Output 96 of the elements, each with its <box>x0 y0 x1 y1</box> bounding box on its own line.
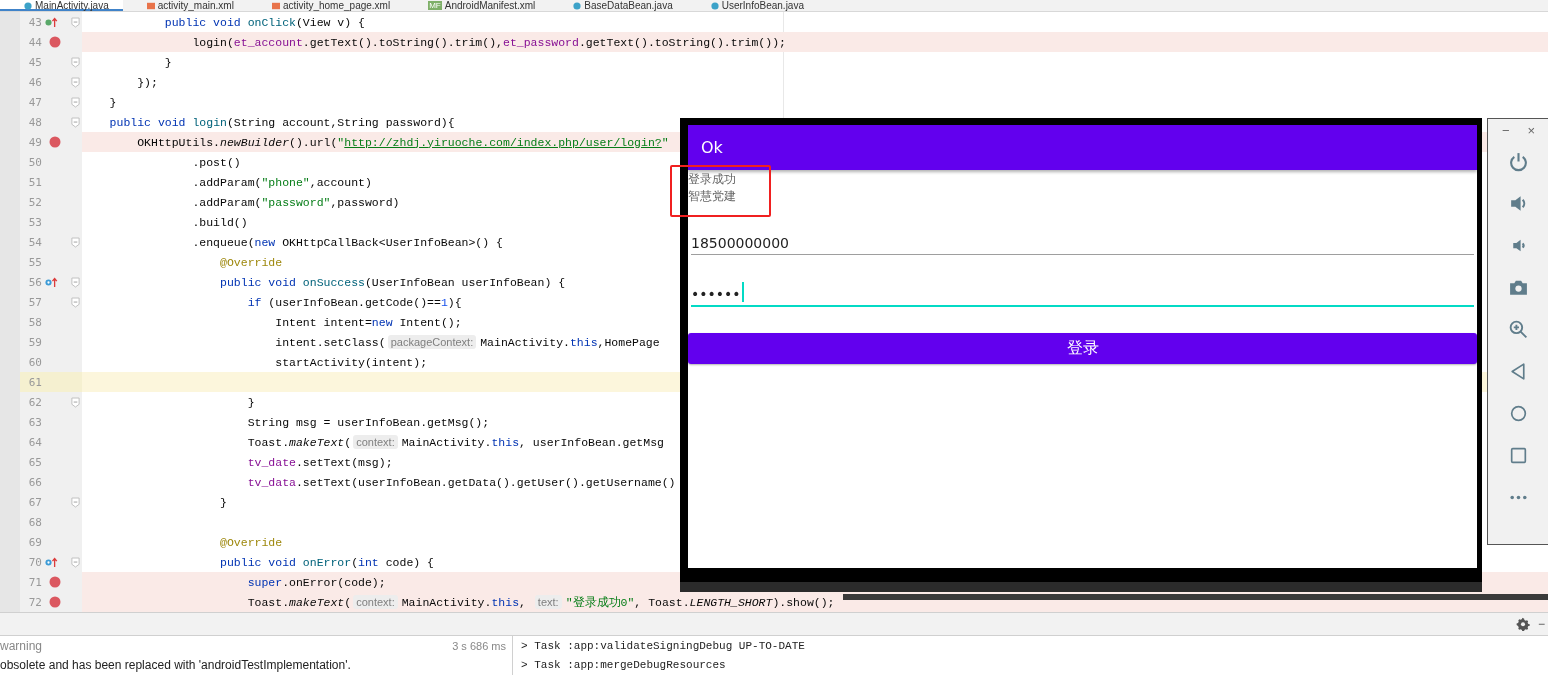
line-number: 49 <box>27 135 42 149</box>
code-line: @Override <box>219 255 283 269</box>
line-number: 61 <box>27 375 42 389</box>
editor-tab[interactable]: activity_home_page.xml <box>247 0 405 11</box>
line-number: 60 <box>27 355 42 369</box>
line-number: 53 <box>27 215 42 229</box>
line-number: 59 <box>27 335 42 349</box>
editor-tab[interactable]: UserInfoBean.java <box>686 0 818 11</box>
line-number: 68 <box>27 515 42 529</box>
class-icon <box>24 1 32 10</box>
code-line: String msg = userInfoBean.getMsg(); <box>246 415 490 429</box>
editor-tab[interactable]: MF AndroidManifest.xml <box>404 0 550 11</box>
line-number: 72 <box>27 595 42 609</box>
line-number: 62 <box>27 395 42 409</box>
manifest-icon: MF <box>428 1 442 10</box>
build-message[interactable]: obsolete and has been replaced with 'androidTestImplementation'. <box>0 657 351 672</box>
code-line: } <box>163 55 172 69</box>
code-line: tv_date.setText(msg); <box>246 455 393 469</box>
code-line: .build() <box>191 215 248 229</box>
code-line: } <box>246 395 255 409</box>
xml-file-icon <box>271 1 280 10</box>
minimize-button[interactable]: − <box>1502 123 1510 138</box>
zoom-in-icon[interactable] <box>1508 319 1529 340</box>
code-line: } <box>219 495 227 509</box>
line-number: 64 <box>27 435 42 449</box>
log-line: > Task :app:validateSigningDebug UP-TO-DATE <box>521 638 805 654</box>
line-number: 67 <box>27 495 42 509</box>
line-number: 47 <box>27 95 42 109</box>
line-number: 55 <box>27 255 42 269</box>
class-icon <box>573 1 582 10</box>
line-number: 70 <box>27 555 42 569</box>
input-field[interactable]: •••••• <box>691 279 1474 307</box>
close-button[interactable]: × <box>1527 123 1536 138</box>
class-icon <box>710 1 719 10</box>
code-line: if (userInfoBean.getCode()==1){ <box>246 295 462 309</box>
code-line: public void onSuccess(UserInfoBean userInfoBean) { <box>219 275 566 289</box>
line-number: 66 <box>27 475 42 489</box>
line-number: 44 <box>27 35 42 49</box>
code-line: Toast.makeText( context: MainActivity.this, userInfoBean.getMsg <box>246 435 664 449</box>
code-line: intent.setClass( packageContext: MainActivity.this,HomePage <box>274 335 660 349</box>
line-number: 52 <box>27 195 42 209</box>
input-field[interactable]: 18500000000 <box>691 227 1474 255</box>
code-line: .post() <box>191 155 241 169</box>
breakpoint-icon[interactable] <box>49 576 61 588</box>
code-line: startActivity(intent); <box>274 355 428 369</box>
line-number: 50 <box>27 155 42 169</box>
code-line: } <box>108 95 117 109</box>
line-number: 51 <box>27 175 42 189</box>
code-line: super.onError(code); <box>246 575 386 589</box>
line-number: 71 <box>27 575 42 589</box>
app-title: Ok <box>701 138 723 157</box>
line-number: 45 <box>27 55 42 69</box>
line-number: 56 <box>27 275 42 289</box>
status-text: 智慧党建 <box>688 188 737 205</box>
home-icon[interactable] <box>1508 403 1529 424</box>
editor-tab[interactable]: activity_main.xml <box>122 0 248 11</box>
log-line: > Task :app:mergeDebugResources <box>521 658 727 674</box>
code-line: tv_data.setText(userInfoBean.getData().getUser().getUsername() <box>246 475 676 489</box>
code-line: .addParam("phone",account) <box>191 175 372 189</box>
line-number: 46 <box>27 75 42 89</box>
code-line: .addParam("password",password) <box>191 195 400 209</box>
breakpoint-icon[interactable] <box>49 596 61 608</box>
editor-tab[interactable]: MainActivity.java <box>0 0 123 11</box>
settings-icon[interactable] <box>1516 617 1530 631</box>
code-line: public void onError(int code) { <box>219 555 434 569</box>
line-number: 58 <box>27 315 42 329</box>
build-time: 3 s 686 ms <box>452 639 506 652</box>
code-line: Toast.makeText( context: MainActivity.this, text: "登录成功0", Toast.LENGTH_SHORT).show(); <box>246 594 835 610</box>
build-warning[interactable]: warning <box>0 638 43 653</box>
breakpoint-icon[interactable] <box>49 136 61 148</box>
override-arrow-icon[interactable] <box>45 556 59 568</box>
line-number: 43 <box>27 15 42 29</box>
xml-file-icon <box>146 1 155 10</box>
code-line: public void onClick(View v) { <box>163 15 365 29</box>
line-number: 69 <box>27 535 42 549</box>
code-line: }); <box>136 75 158 89</box>
code-line: OKHttpUtils.newBuilder().url("http://zhdj.yiruoche.com/index.php/user/login?" <box>136 135 669 149</box>
line-number: 48 <box>27 115 42 129</box>
line-number: 54 <box>27 235 42 249</box>
code-line: login(et_account.getText().toString().trim(),et_password.getText().toString().trim()); <box>191 35 786 49</box>
line-number: 63 <box>27 415 42 429</box>
login-button[interactable]: 登录 <box>688 333 1477 364</box>
breakpoint-icon[interactable] <box>49 36 61 48</box>
overview-icon[interactable] <box>1508 445 1529 466</box>
code-line: Intent intent=new Intent(); <box>274 315 462 329</box>
override-arrow-icon[interactable] <box>45 276 59 288</box>
hide-button[interactable]: − <box>1538 617 1548 631</box>
line-number: 65 <box>27 455 42 469</box>
line-number: 57 <box>27 295 42 309</box>
implementation-arrow-icon[interactable] <box>45 16 59 28</box>
code-line: public void login(String account,String password){ <box>108 115 455 129</box>
status-text: 登录成功 <box>688 171 737 188</box>
code-line: @Override <box>219 535 283 549</box>
editor-tab[interactable]: BaseDataBean.java <box>549 0 687 11</box>
code-line: .enqueue(new OKHttpCallBack<UserInfoBean>() { <box>191 235 503 249</box>
power-icon[interactable] <box>1508 151 1529 172</box>
